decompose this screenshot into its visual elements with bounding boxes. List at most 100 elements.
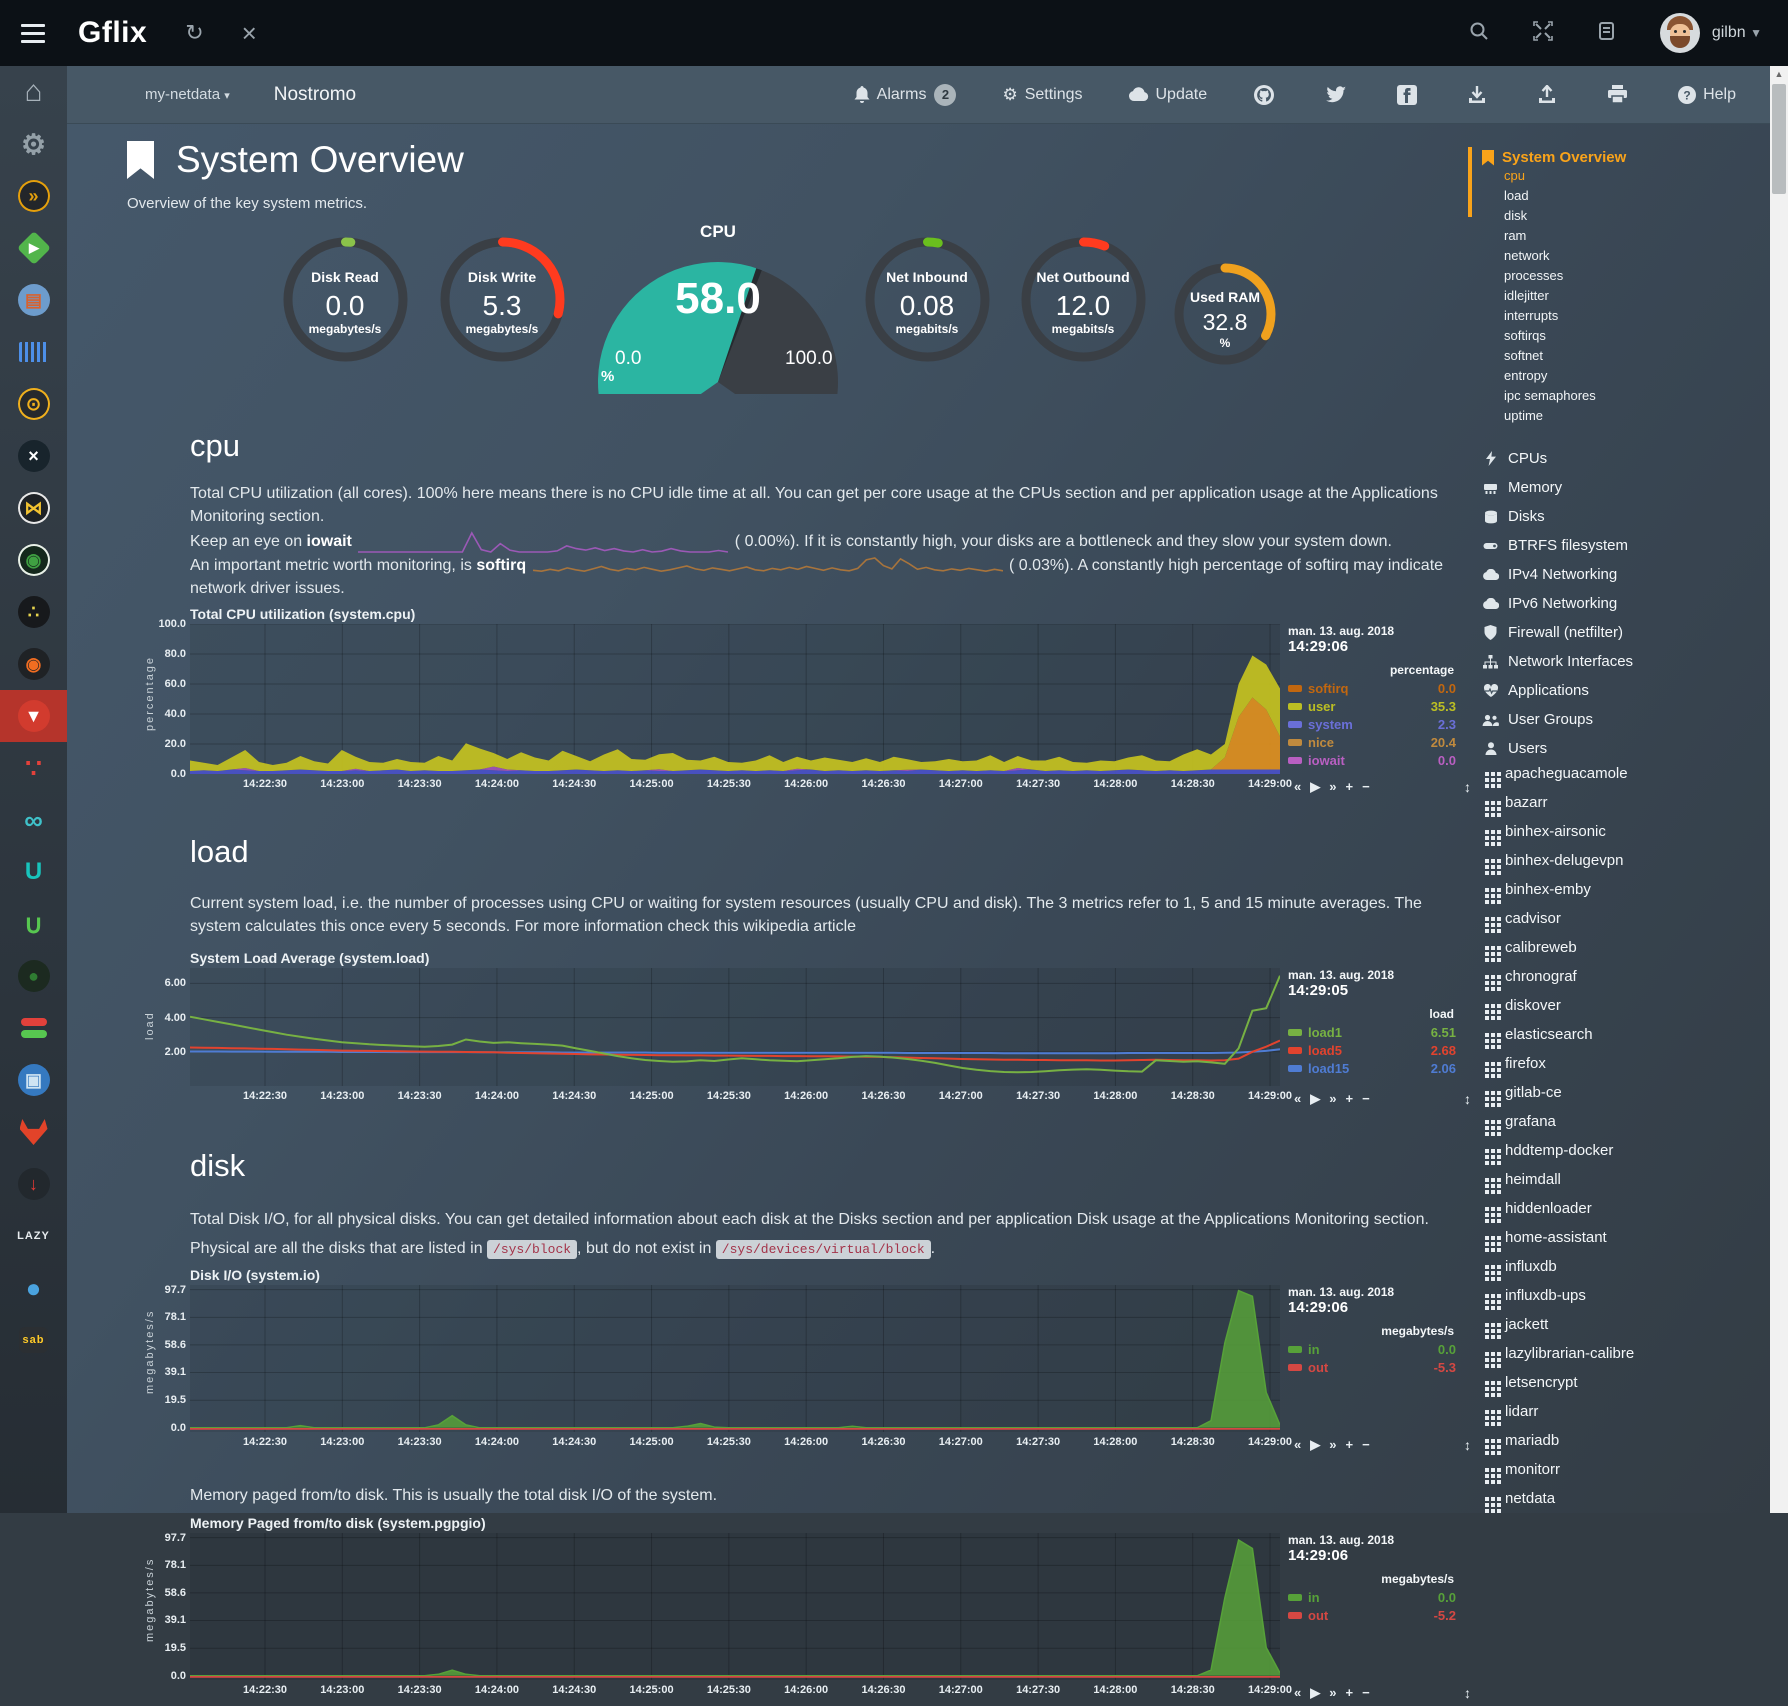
- gauge-cpu[interactable]: CPU58.00.0100.0%: [593, 222, 843, 397]
- cpu-chart[interactable]: Total CPU utilization (system.cpu)percen…: [130, 606, 1477, 800]
- facebook-icon[interactable]: [1397, 85, 1417, 105]
- play-icon[interactable]: ▶: [1310, 1685, 1320, 1701]
- play-icon[interactable]: ▶: [1310, 1437, 1320, 1453]
- nav-section-network-interfaces[interactable]: Network Interfaces: [1482, 647, 1770, 676]
- settings-button[interactable]: ⚙Settings: [1002, 85, 1082, 105]
- nav-app-calibreweb[interactable]: calibreweb: [1482, 937, 1770, 966]
- nav-app-hiddenloader[interactable]: hiddenloader: [1482, 1198, 1770, 1227]
- legend-load15[interactable]: load152.06: [1288, 1059, 1456, 1077]
- chart-toolbar[interactable]: «▶»+−: [1294, 1091, 1370, 1107]
- app-tab-grafana[interactable]: ◉: [0, 638, 67, 690]
- nav-section-applications[interactable]: Applications: [1482, 676, 1770, 705]
- pan-left-icon[interactable]: «: [1294, 779, 1301, 795]
- legend-in[interactable]: in0.0: [1288, 1588, 1456, 1606]
- zoom-out-icon[interactable]: −: [1362, 779, 1370, 795]
- app-tab-u-green-app[interactable]: ∪: [0, 898, 67, 950]
- load-chart[interactable]: System Load Average (system.load)load6.0…: [130, 950, 1477, 1112]
- app-tab-gitlab[interactable]: [0, 1106, 67, 1158]
- legend-iowait[interactable]: iowait0.0: [1288, 751, 1456, 769]
- legend-system[interactable]: system2.3: [1288, 715, 1456, 733]
- nav-subitem-cpu[interactable]: cpu: [1482, 166, 1770, 186]
- app-tab-plex[interactable]: »: [0, 170, 67, 222]
- app-tab-jackett[interactable]: ⊙: [0, 378, 67, 430]
- changelog-icon[interactable]: [1597, 21, 1616, 45]
- legend-in[interactable]: in0.0: [1288, 1340, 1456, 1358]
- nav-section-user-groups[interactable]: User Groups: [1482, 705, 1770, 734]
- nav-app-apacheguacamole[interactable]: apacheguacamole: [1482, 763, 1770, 792]
- nav-app-elasticsearch[interactable]: elasticsearch: [1482, 1024, 1770, 1053]
- nav-subitem-disk[interactable]: disk: [1482, 206, 1770, 226]
- close-tab-icon[interactable]: ×: [242, 20, 257, 46]
- nav-subitem-idlejitter[interactable]: idlejitter: [1482, 286, 1770, 306]
- app-tab-lazylibrarian[interactable]: LAZY: [0, 1210, 67, 1262]
- pan-left-icon[interactable]: «: [1294, 1685, 1301, 1701]
- legend-out[interactable]: out-5.3: [1288, 1358, 1456, 1376]
- nav-section-memory[interactable]: Memory: [1482, 473, 1770, 502]
- pan-right-icon[interactable]: »: [1329, 1437, 1336, 1453]
- nav-app-hddtemp-docker[interactable]: hddtemp-docker: [1482, 1140, 1770, 1169]
- twitter-icon[interactable]: [1325, 86, 1347, 104]
- app-tab-download-app[interactable]: ↓: [0, 1158, 67, 1210]
- scrollbar-up-arrow[interactable]: ▲: [1770, 66, 1788, 82]
- disk-io-chart[interactable]: Disk I/O (system.io)megabytes/s97.778.15…: [130, 1267, 1477, 1458]
- chart-plot-area[interactable]: [190, 624, 1280, 774]
- nav-subitem-softnet[interactable]: softnet: [1482, 346, 1770, 366]
- nav-section-ipv6-networking[interactable]: IPv6 Networking: [1482, 589, 1770, 618]
- nav-app-binhex-airsonic[interactable]: binhex-airsonic: [1482, 821, 1770, 850]
- app-tab-nodes-app[interactable]: ∴: [0, 586, 67, 638]
- nav-app-binhex-delugevpn[interactable]: binhex-delugevpn: [1482, 850, 1770, 879]
- app-tab-sabnzbd[interactable]: sab: [0, 1314, 67, 1366]
- gauge-disk-write[interactable]: Disk Write5.3megabytes/s: [439, 236, 566, 363]
- legend-load5[interactable]: load52.68: [1288, 1041, 1456, 1059]
- gauge-net-outbound[interactable]: Net Outbound12.0megabits/s: [1020, 236, 1147, 363]
- nav-app-influxdb[interactable]: influxdb: [1482, 1256, 1770, 1285]
- nav-app-chronograf[interactable]: chronograf: [1482, 966, 1770, 995]
- app-tab-u-teal-app[interactable]: U: [0, 846, 67, 898]
- nav-app-home-assistant[interactable]: home-assistant: [1482, 1227, 1770, 1256]
- nav-app-heimdall[interactable]: heimdall: [1482, 1169, 1770, 1198]
- app-tab-window-app[interactable]: ▣: [0, 1054, 67, 1106]
- search-icon[interactable]: [1469, 21, 1489, 45]
- nav-subitem-processes[interactable]: processes: [1482, 266, 1770, 286]
- zoom-in-icon[interactable]: +: [1345, 1437, 1353, 1453]
- app-tab-dark-green-app[interactable]: ●: [0, 950, 67, 1002]
- nav-subitem-load[interactable]: load: [1482, 186, 1770, 206]
- nav-app-influxdb-ups[interactable]: influxdb-ups: [1482, 1285, 1770, 1314]
- gauge-used-ram[interactable]: Used RAM32.8%: [1173, 262, 1277, 366]
- app-tab-circles-app[interactable]: ∞: [0, 794, 67, 846]
- nav-subitem-interrupts[interactable]: interrupts: [1482, 306, 1770, 326]
- gauge-disk-read[interactable]: Disk Read0.0megabytes/s: [282, 236, 409, 363]
- app-tab-gear[interactable]: ⚙: [0, 118, 67, 170]
- legend-softirq[interactable]: softirq0.0: [1288, 679, 1456, 697]
- nav-app-grafana[interactable]: grafana: [1482, 1111, 1770, 1140]
- app-tab-books[interactable]: ▤: [0, 274, 67, 326]
- app-tab-home[interactable]: ⌂: [0, 66, 67, 118]
- zoom-in-icon[interactable]: +: [1345, 1091, 1353, 1107]
- nav-app-letsencrypt[interactable]: letsencrypt: [1482, 1372, 1770, 1401]
- upload-icon[interactable]: [1537, 85, 1557, 105]
- alarms-button[interactable]: Alarms2: [854, 84, 957, 106]
- app-tab-cluster-app[interactable]: ∵: [0, 742, 67, 794]
- nav-app-bazarr[interactable]: bazarr: [1482, 792, 1770, 821]
- help-button[interactable]: ? Help: [1678, 86, 1736, 104]
- legend-load1[interactable]: load16.51: [1288, 1023, 1456, 1041]
- pan-right-icon[interactable]: »: [1329, 779, 1336, 795]
- github-icon[interactable]: [1253, 84, 1275, 106]
- nav-app-cadvisor[interactable]: cadvisor: [1482, 908, 1770, 937]
- chart-toolbar[interactable]: «▶»+−: [1294, 1685, 1370, 1701]
- nav-section-users[interactable]: Users: [1482, 734, 1770, 763]
- zoom-out-icon[interactable]: −: [1362, 1685, 1370, 1701]
- avatar[interactable]: [1660, 13, 1700, 53]
- nav-section-btrfs-filesystem[interactable]: BTRFS filesystem: [1482, 531, 1770, 560]
- scrollbar-thumb[interactable]: [1772, 84, 1786, 194]
- pan-left-icon[interactable]: «: [1294, 1091, 1301, 1107]
- refresh-icon[interactable]: ↻: [185, 22, 203, 44]
- hamburger-menu-icon[interactable]: [0, 24, 66, 43]
- gauge-net-inbound[interactable]: Net Inbound0.08megabits/s: [864, 236, 991, 363]
- chart-plot-area[interactable]: [190, 1533, 1280, 1680]
- play-icon[interactable]: ▶: [1310, 779, 1320, 795]
- nav-app-lazylibrarian-calibre[interactable]: lazylibrarian-calibre: [1482, 1343, 1770, 1372]
- legend-user[interactable]: user35.3: [1288, 697, 1456, 715]
- nav-section-cpus[interactable]: CPUs: [1482, 444, 1770, 473]
- user-menu[interactable]: gilbn ▼: [1712, 24, 1762, 42]
